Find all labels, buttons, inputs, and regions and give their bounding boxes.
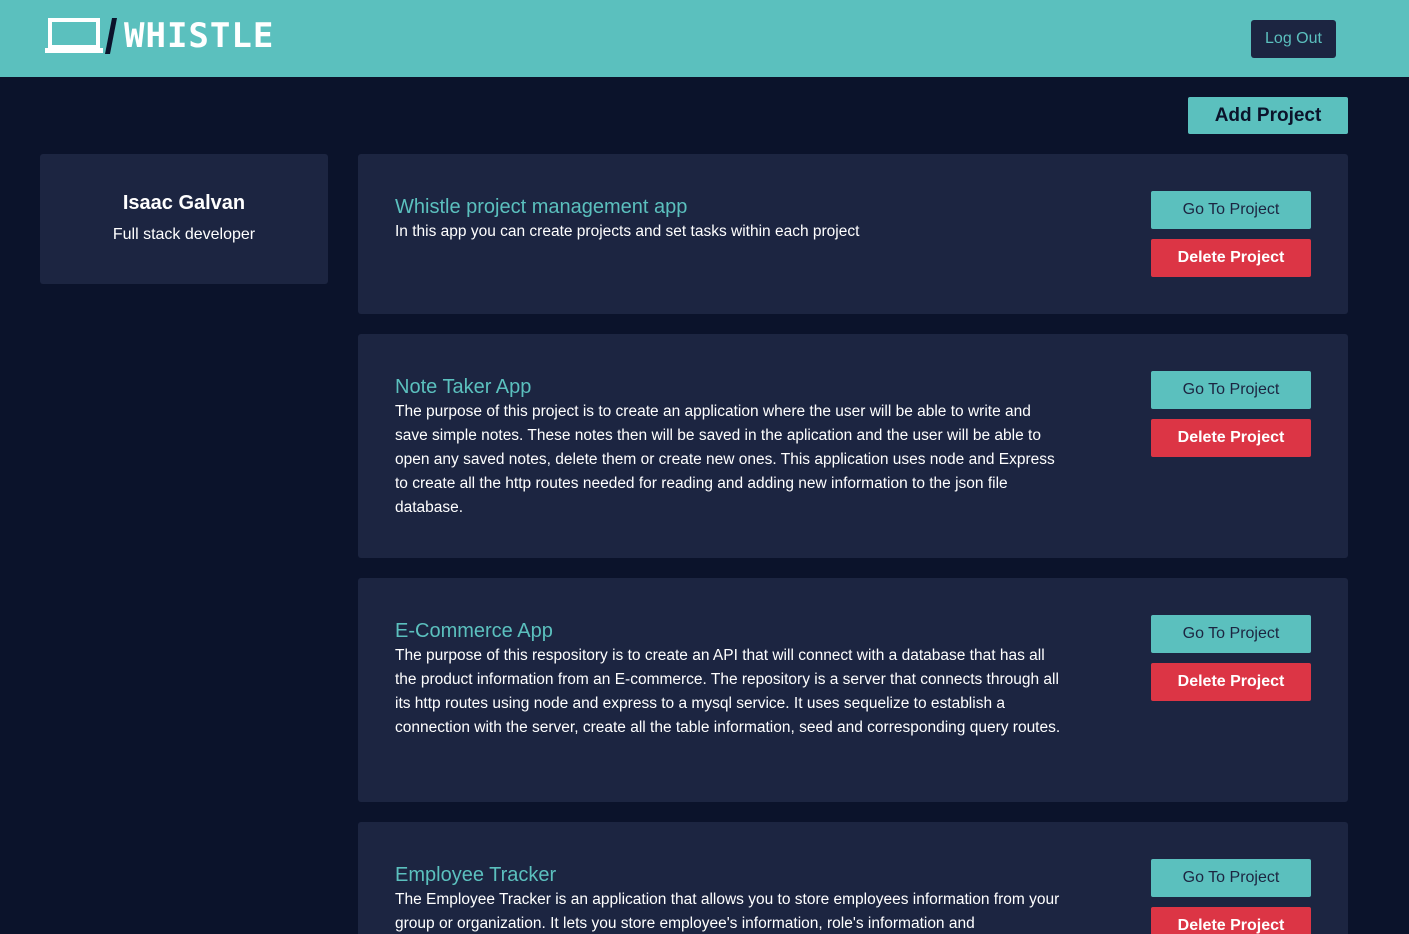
project-title: E-Commerce App [395, 620, 553, 642]
project-card: Whistle project management app In this a… [358, 154, 1348, 314]
go-to-project-button[interactable]: Go To Project [1151, 191, 1311, 229]
project-description: In this app you can create projects and … [395, 223, 860, 240]
logo-text: WHISTLE [124, 16, 275, 56]
laptop-icon [45, 18, 103, 53]
profile-name: Isaac Galvan [122, 192, 246, 214]
project-title: Employee Tracker [395, 864, 557, 886]
slash-icon [105, 18, 117, 54]
project-description: The Employee Tracker is an application t… [395, 891, 1060, 932]
profile-card: Isaac Galvan Full stack developer [40, 154, 328, 284]
delete-project-button[interactable]: Delete Project [1151, 663, 1311, 701]
project-card: Note Taker App The purpose of this proje… [358, 334, 1348, 558]
logo[interactable]: WHISTLE [44, 16, 274, 56]
profile-role: Full stack developer [112, 226, 256, 243]
project-card: E-Commerce App The purpose of this respo… [358, 578, 1348, 802]
project-title: Whistle project management app [395, 196, 688, 218]
top-header: WHISTLE Log Out [0, 0, 1409, 77]
logout-button[interactable]: Log Out [1251, 20, 1336, 58]
add-project-button[interactable]: Add Project [1188, 97, 1348, 134]
delete-project-button[interactable]: Delete Project [1151, 907, 1311, 934]
go-to-project-button[interactable]: Go To Project [1151, 859, 1311, 897]
project-title: Note Taker App [395, 376, 532, 398]
delete-project-button[interactable]: Delete Project [1151, 419, 1311, 457]
delete-project-button[interactable]: Delete Project [1151, 239, 1311, 277]
project-description: The purpose of this respository is to cr… [395, 647, 1061, 736]
go-to-project-button[interactable]: Go To Project [1151, 371, 1311, 409]
go-to-project-button[interactable]: Go To Project [1151, 615, 1311, 653]
project-card: Employee Tracker The Employee Tracker is… [358, 822, 1348, 934]
project-description: The purpose of this project is to create… [395, 403, 1055, 516]
